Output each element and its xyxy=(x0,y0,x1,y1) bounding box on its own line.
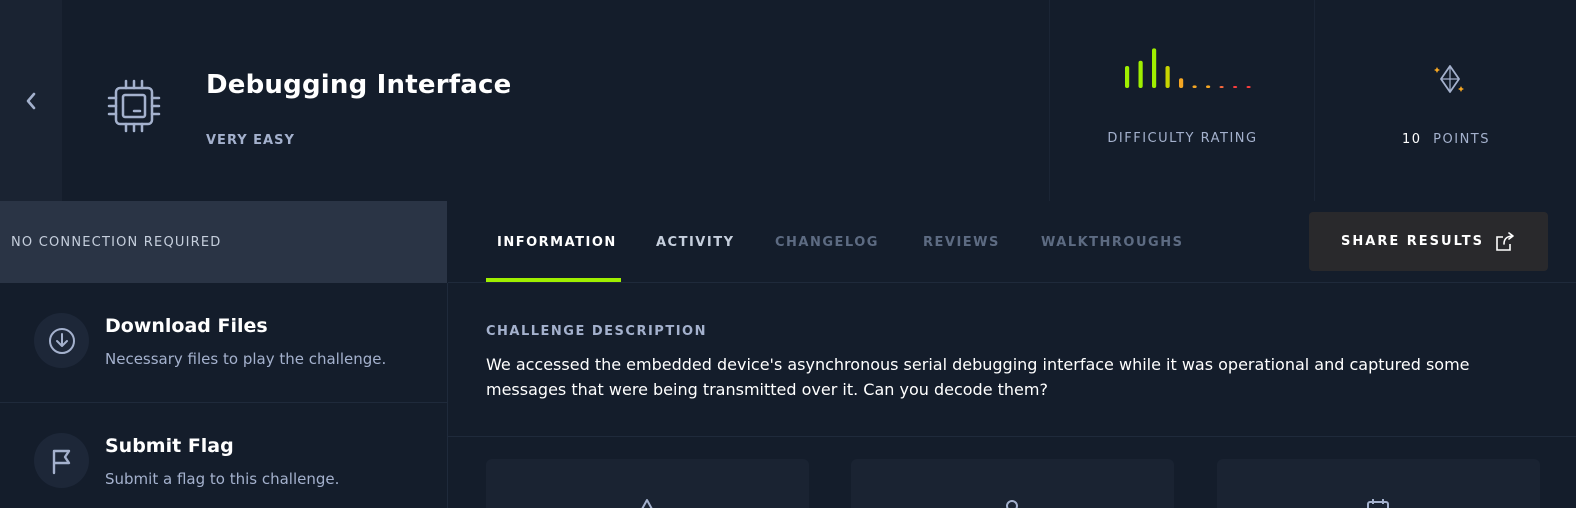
share-icon xyxy=(1496,231,1514,251)
back-button[interactable] xyxy=(0,0,62,201)
user-icon xyxy=(1006,500,1018,508)
tab-bar: INFORMATION ACTIVITY CHANGELOG REVIEWS W… xyxy=(448,201,1576,283)
difficulty-rating-chart xyxy=(1125,48,1251,88)
tab-walkthroughs[interactable]: WALKTHROUGHS xyxy=(1041,201,1183,283)
flag-icon-circle xyxy=(34,433,89,488)
tab-activity[interactable]: ACTIVITY xyxy=(656,201,735,283)
share-results-button[interactable]: SHARE RESULTS xyxy=(1309,212,1548,271)
rating-bar xyxy=(1138,60,1143,88)
rating-bar xyxy=(1219,86,1224,88)
header-divider xyxy=(1314,0,1315,201)
challenge-header: Debugging Interface VERY EASY DIFFICULTY… xyxy=(0,0,1576,201)
diamond-icon xyxy=(1434,65,1464,93)
calendar-icon xyxy=(1367,499,1389,508)
rating-bar xyxy=(1192,85,1197,88)
description-body: We accessed the embedded device's asynch… xyxy=(486,355,1470,399)
rating-bar xyxy=(1125,66,1130,88)
points-value: 10 xyxy=(1401,132,1422,147)
flag-subtitle: Submit a flag to this challenge. xyxy=(105,470,340,488)
content-divider xyxy=(448,436,1576,437)
download-subtitle: Necessary files to play the challenge. xyxy=(105,350,387,368)
points-display: 10 POINTS xyxy=(1316,132,1576,147)
download-icon-circle xyxy=(34,313,89,368)
tab-information[interactable]: INFORMATION xyxy=(497,201,617,283)
action-panel: Download Files Necessary files to play t… xyxy=(0,283,448,508)
warning-icon xyxy=(641,499,653,508)
header-divider xyxy=(1049,0,1050,201)
rating-bar xyxy=(1246,86,1251,88)
difficulty-label: VERY EASY xyxy=(206,133,295,148)
active-tab-indicator xyxy=(486,278,621,282)
chip-icon xyxy=(107,79,161,133)
information-panel: CHALLENGE DESCRIPTION We accessed the em… xyxy=(448,283,1576,508)
challenge-page: Debugging Interface VERY EASY DIFFICULTY… xyxy=(0,0,1576,508)
tab-reviews[interactable]: REVIEWS xyxy=(923,201,1000,283)
rating-bar xyxy=(1233,86,1238,88)
info-card xyxy=(1217,459,1540,508)
submit-flag-button[interactable]: Submit Flag Submit a flag to this challe… xyxy=(0,403,447,508)
flag-icon xyxy=(52,449,70,474)
info-card xyxy=(851,459,1174,508)
share-results-label: SHARE RESULTS xyxy=(1341,234,1484,249)
info-card xyxy=(486,459,809,508)
rating-bar xyxy=(1206,85,1211,88)
difficulty-rating-label: DIFFICULTY RATING xyxy=(1107,131,1258,146)
chevron-left-icon xyxy=(26,92,36,109)
download-title: Download Files xyxy=(105,315,268,337)
connection-status: NO CONNECTION REQUIRED xyxy=(0,201,447,283)
download-files-button[interactable]: Download Files Necessary files to play t… xyxy=(0,283,447,403)
rating-bar xyxy=(1152,48,1157,88)
rating-bar xyxy=(1179,78,1184,88)
download-icon xyxy=(48,327,75,354)
page-title: Debugging Interface xyxy=(206,70,512,100)
rating-bar xyxy=(1165,66,1170,88)
flag-title: Submit Flag xyxy=(105,435,234,457)
tab-changelog[interactable]: CHANGELOG xyxy=(775,201,879,283)
description-heading: CHALLENGE DESCRIPTION xyxy=(486,324,707,339)
points-label: POINTS xyxy=(1433,132,1490,147)
